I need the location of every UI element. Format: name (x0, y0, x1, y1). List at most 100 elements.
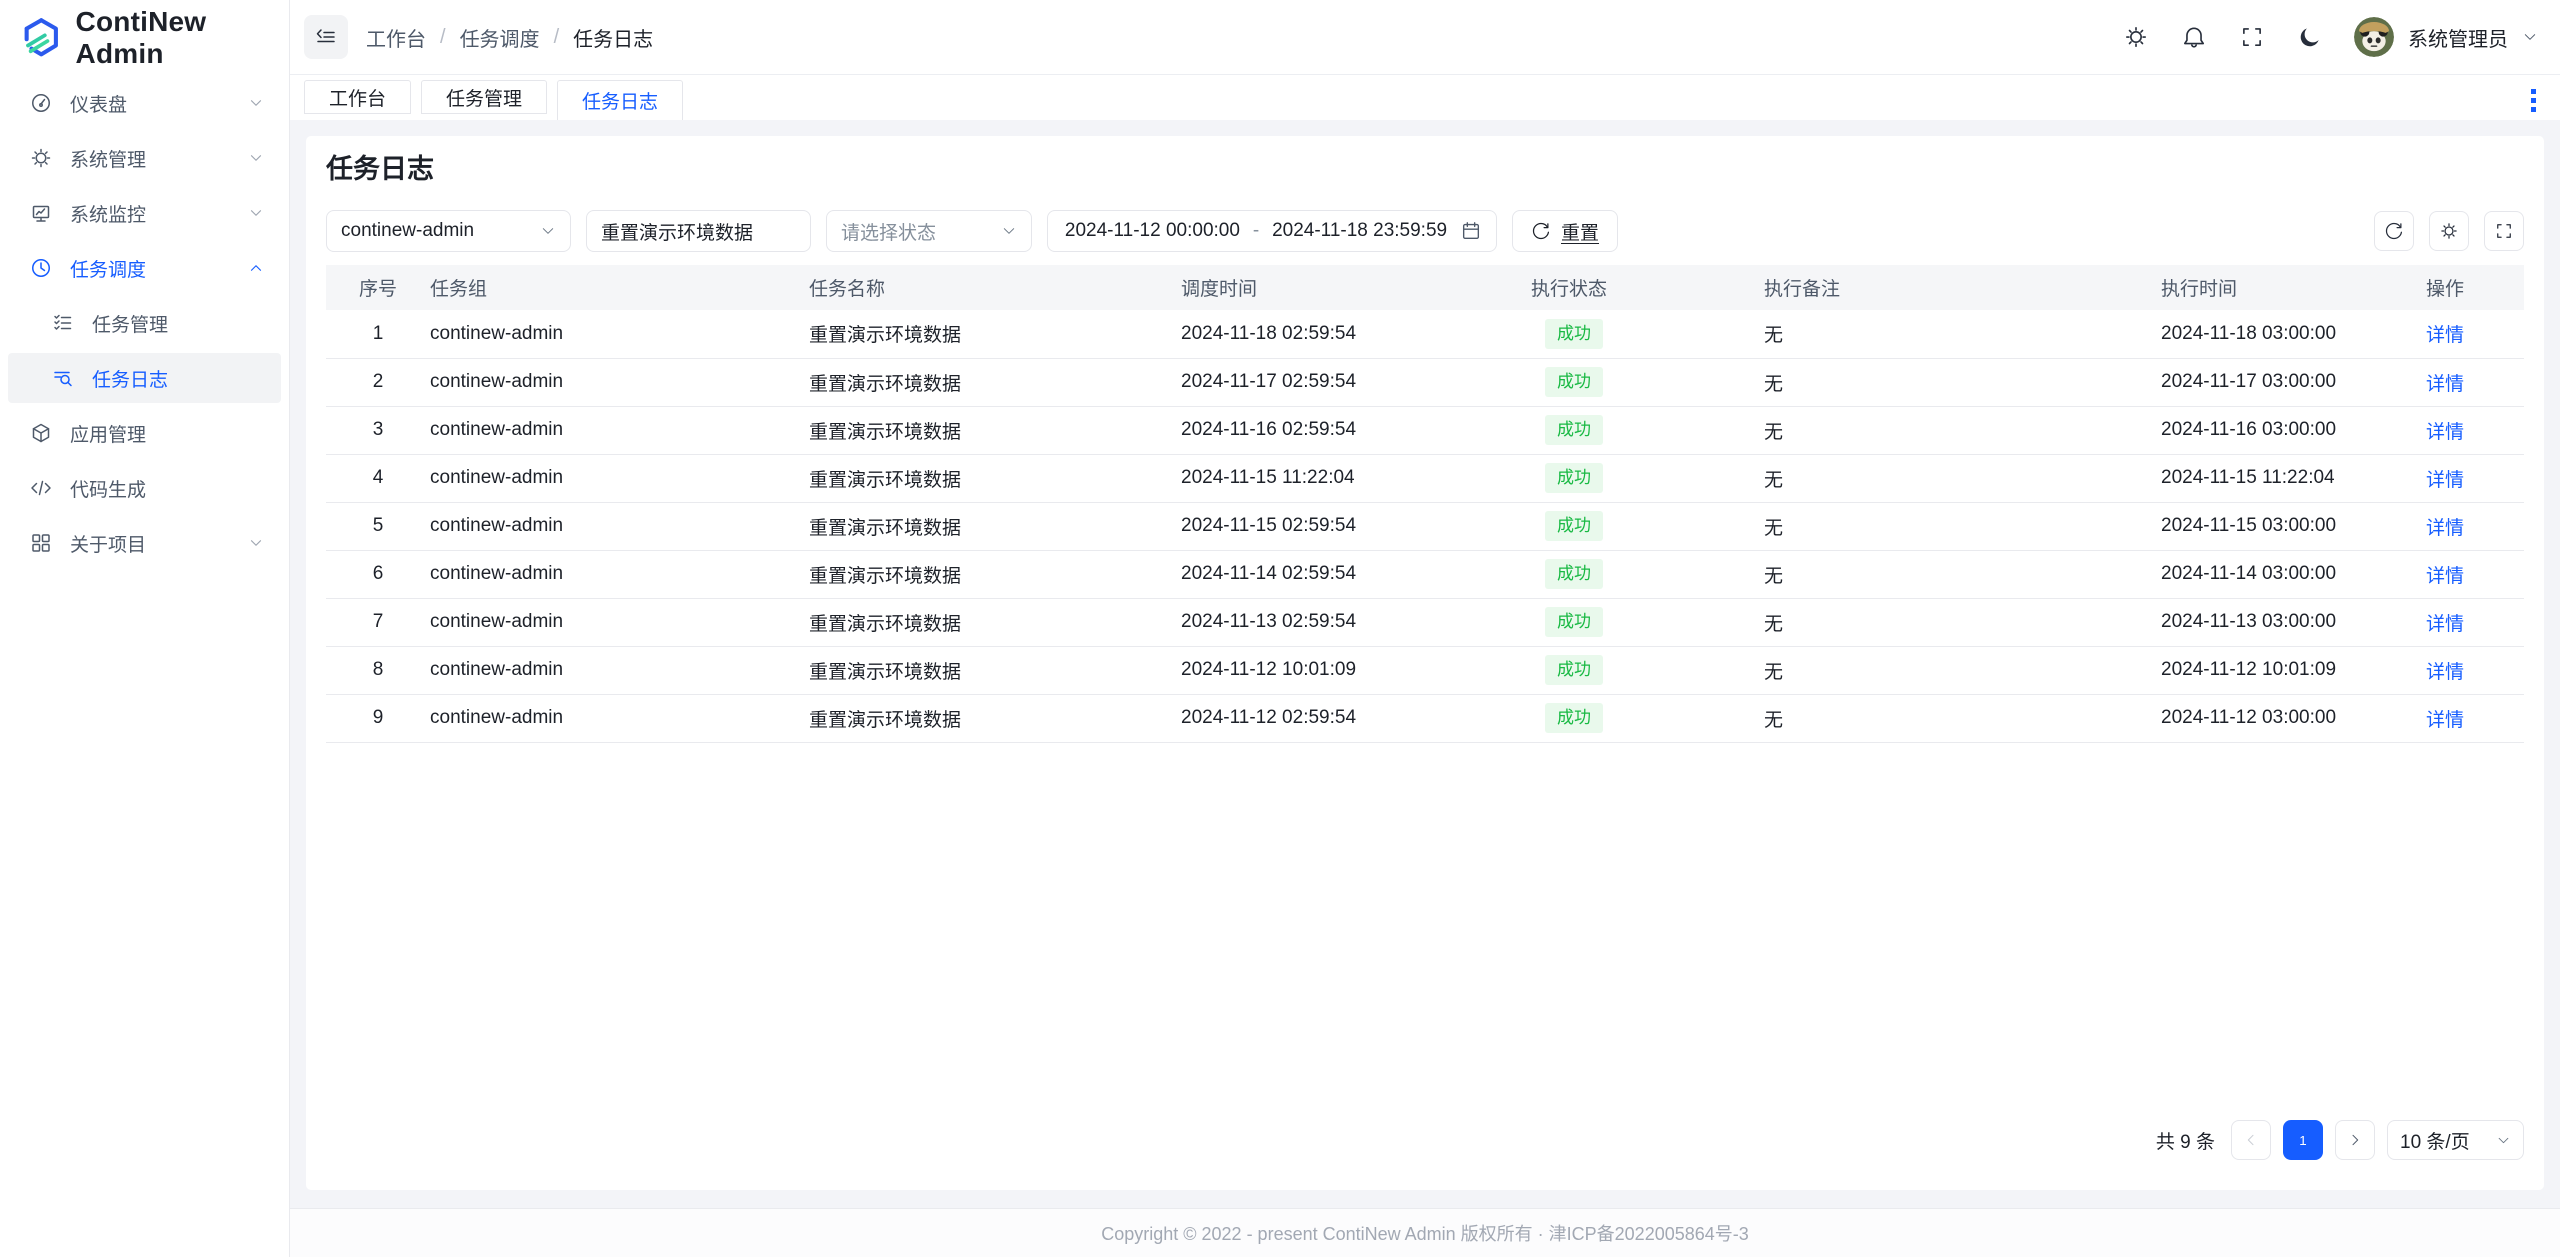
cell-exec-time: 2024-11-14 03:00:00 (2161, 550, 2416, 598)
detail-link[interactable]: 详情 (2426, 374, 2464, 395)
status-badge: 成功 (1545, 559, 1603, 589)
table-settings-button[interactable] (2429, 211, 2469, 251)
sidebar-item-label: 任务管理 (92, 310, 265, 337)
avatar[interactable] (2354, 17, 2394, 57)
cell-remark: 无 (1764, 598, 2161, 646)
table-fullscreen-button[interactable] (2484, 211, 2524, 251)
settings-button[interactable] (2114, 15, 2158, 59)
chevron-down-icon (1001, 223, 1017, 239)
cell-schedule-time: 2024-11-18 02:59:54 (1181, 310, 1531, 358)
sidebar-item-dashboard[interactable]: 仪表盘 (8, 78, 281, 128)
tab-task-management[interactable]: 任务管理 (421, 80, 547, 114)
sidebar-item-task-management[interactable]: 任务管理 (8, 298, 281, 348)
dashboard-icon (29, 91, 53, 115)
status-select[interactable]: 请选择状态 (826, 210, 1032, 252)
breadcrumb-item[interactable]: 工作台 (366, 23, 426, 52)
cell-name: 重置演示环境数据 (809, 598, 1181, 646)
detail-link[interactable]: 详情 (2426, 470, 2464, 491)
breadcrumb-item[interactable]: 任务调度 (460, 23, 540, 52)
table-row: 6 continew-admin 重置演示环境数据 2024-11-14 02:… (326, 550, 2524, 598)
cell-group: continew-admin (430, 358, 809, 406)
status-badge: 成功 (1545, 367, 1603, 397)
footer: Copyright © 2022 - present ContiNew Admi… (290, 1208, 2560, 1257)
page-size-select[interactable]: 10 条/页 (2387, 1120, 2524, 1160)
table-header: 序号 任务组 任务名称 调度时间 执行状态 执行备注 执行时间 操作 (326, 265, 2524, 310)
sidebar-item-task-log[interactable]: 任务日志 (8, 353, 281, 403)
col-header-schedule-time: 调度时间 (1181, 265, 1531, 310)
notifications-button[interactable] (2172, 15, 2216, 59)
sidebar-item-label: 关于项目 (70, 530, 230, 557)
col-header-name: 任务名称 (809, 265, 1181, 310)
cell-schedule-time: 2024-11-15 02:59:54 (1181, 502, 1531, 550)
task-name-input[interactable] (586, 210, 811, 252)
detail-link[interactable]: 详情 (2426, 422, 2464, 443)
reset-button[interactable]: 重置 (1512, 210, 1618, 252)
fullscreen-button[interactable] (2230, 15, 2274, 59)
task-log-table: 序号 任务组 任务名称 调度时间 执行状态 执行备注 执行时间 操作 1 con… (326, 265, 2524, 743)
cell-status: 成功 (1531, 550, 1764, 598)
tab-label: 任务日志 (582, 87, 658, 114)
tab-task-log[interactable]: 任务日志 (557, 80, 683, 120)
sidebar-item-app-management[interactable]: 应用管理 (8, 408, 281, 458)
breadcrumb-separator: / (440, 26, 446, 49)
cell-name: 重置演示环境数据 (809, 454, 1181, 502)
cell-status: 成功 (1531, 406, 1764, 454)
table-row: 2 continew-admin 重置演示环境数据 2024-11-17 02:… (326, 358, 2524, 406)
cell-index: 2 (326, 358, 430, 406)
cell-status: 成功 (1531, 454, 1764, 502)
cell-group: continew-admin (430, 406, 809, 454)
detail-link[interactable]: 详情 (2426, 710, 2464, 731)
cell-schedule-time: 2024-11-12 10:01:09 (1181, 646, 1531, 694)
code-icon (29, 476, 53, 500)
cell-remark: 无 (1764, 310, 2161, 358)
status-badge: 成功 (1545, 703, 1603, 733)
col-header-index: 序号 (326, 265, 430, 310)
table-row: 5 continew-admin 重置演示环境数据 2024-11-15 02:… (326, 502, 2524, 550)
dark-mode-button[interactable] (2288, 15, 2332, 59)
sidebar-item-code-generation[interactable]: 代码生成 (8, 463, 281, 513)
cell-exec-time: 2024-11-16 03:00:00 (2161, 406, 2416, 454)
table-row: 4 continew-admin 重置演示环境数据 2024-11-15 11:… (326, 454, 2524, 502)
monitor-icon (29, 201, 53, 225)
status-badge: 成功 (1545, 319, 1603, 349)
pagination-prev-button[interactable] (2231, 1120, 2271, 1160)
cell-exec-time: 2024-11-17 03:00:00 (2161, 358, 2416, 406)
fullscreen-icon (2494, 221, 2514, 241)
pagination-page-1[interactable]: 1 (2283, 1120, 2323, 1160)
cell-name: 重置演示环境数据 (809, 310, 1181, 358)
table-row: 9 continew-admin 重置演示环境数据 2024-11-12 02:… (326, 694, 2524, 742)
detail-link[interactable]: 详情 (2426, 662, 2464, 683)
sidebar-item-system-monitor[interactable]: 系统监控 (8, 188, 281, 238)
pagination-next-button[interactable] (2335, 1120, 2375, 1160)
tab-label: 工作台 (329, 84, 386, 111)
status-badge: 成功 (1545, 607, 1603, 637)
detail-link[interactable]: 详情 (2426, 566, 2464, 587)
sidebar-collapse-button[interactable] (304, 15, 348, 59)
date-range-picker[interactable]: 2024-11-12 00:00:00 - 2024-11-18 23:59:5… (1047, 210, 1497, 252)
cell-remark: 无 (1764, 502, 2161, 550)
cell-exec-time: 2024-11-13 03:00:00 (2161, 598, 2416, 646)
user-name[interactable]: 系统管理员 (2408, 23, 2508, 52)
sidebar: ContiNew Admin 仪表盘 系统管理 系统监控 任务调度 (0, 0, 290, 1257)
cell-exec-time: 2024-11-18 03:00:00 (2161, 310, 2416, 358)
sidebar-item-system-management[interactable]: 系统管理 (8, 133, 281, 183)
tab-more-button[interactable] (2525, 83, 2542, 118)
pagination-total: 共 9 条 (2156, 1127, 2215, 1154)
cell-actions: 详情 (2416, 598, 2524, 646)
cell-actions: 详情 (2416, 406, 2524, 454)
cell-actions: 详情 (2416, 694, 2524, 742)
sidebar-item-about-project[interactable]: 关于项目 (8, 518, 281, 568)
checklist-icon (51, 311, 75, 335)
task-group-select[interactable]: continew-admin (326, 210, 571, 252)
table-refresh-button[interactable] (2374, 211, 2414, 251)
chevron-down-icon[interactable] (2522, 29, 2538, 45)
detail-link[interactable]: 详情 (2426, 614, 2464, 635)
status-badge: 成功 (1545, 415, 1603, 445)
sidebar-item-task-scheduling[interactable]: 任务调度 (8, 243, 281, 293)
detail-link[interactable]: 详情 (2426, 518, 2464, 539)
tab-workbench[interactable]: 工作台 (304, 80, 411, 114)
detail-link[interactable]: 详情 (2426, 325, 2464, 346)
calendar-icon (1460, 220, 1482, 242)
date-end-value: 2024-11-18 23:59:59 (1269, 220, 1450, 242)
cell-schedule-time: 2024-11-15 11:22:04 (1181, 454, 1531, 502)
